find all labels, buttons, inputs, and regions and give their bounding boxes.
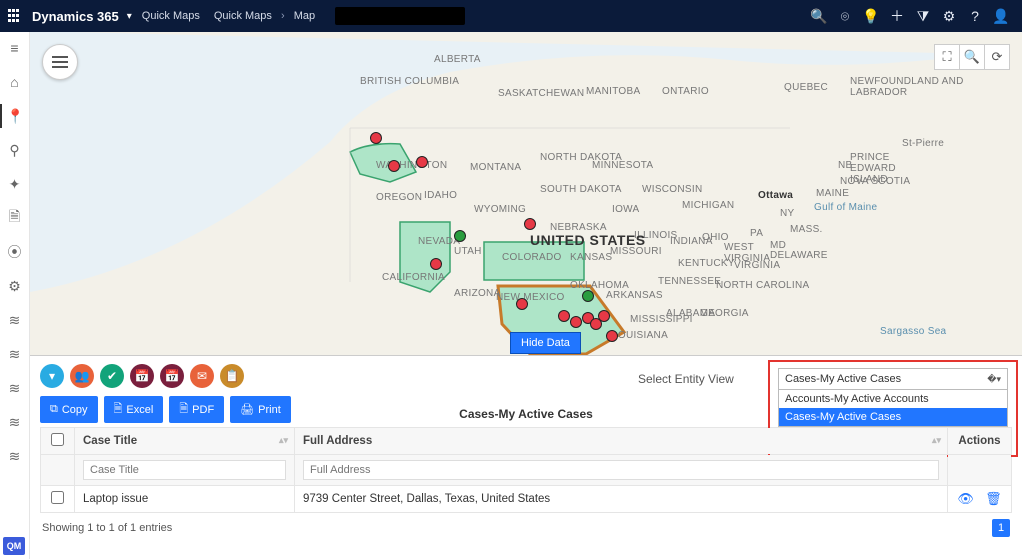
chevron-down-icon[interactable]: ▾ (127, 11, 132, 22)
rail-layers3-icon[interactable]: ≋ (0, 376, 30, 400)
entity-view-option[interactable]: Accounts-My Active Accounts (779, 390, 1007, 408)
map-fullscreen-button[interactable]: ⛶ (934, 44, 960, 70)
breadcrumb-1[interactable]: Quick Maps (142, 10, 200, 22)
left-rail: ≡ ⌂ 📍 ⚲ ✦ 🗎 ⦿ ⚙ ≋ ≋ ≋ ≋ ≋ QM (0, 32, 30, 559)
entity-view-select[interactable]: Cases-My Active Cases �▾ (778, 368, 1008, 390)
top-bar: Dynamics 365 ▾ Quick Maps Quick Maps › M… (0, 0, 1022, 32)
page-number[interactable]: 1 (992, 519, 1010, 537)
chip-mail-icon[interactable]: ✉ (190, 364, 214, 388)
col-full-address[interactable]: Full Address▴▾ (295, 428, 948, 455)
row-checkbox[interactable] (51, 491, 64, 504)
breadcrumb-2a[interactable]: Quick Maps (214, 10, 272, 22)
entity-view-label: Select Entity View (638, 372, 734, 386)
filter-case-title[interactable] (83, 460, 286, 480)
map-pin[interactable] (430, 258, 442, 270)
map-pin[interactable] (558, 310, 570, 322)
col-case-title[interactable]: Case Title▴▾ (75, 428, 295, 455)
rail-person-icon[interactable]: ✦ (0, 172, 30, 196)
map-usa-label: UNITED STATES (530, 232, 646, 248)
cell-case-title: Laptop issue (75, 486, 295, 513)
cell-full-address: 9739 Center Street, Dallas, Texas, Unite… (295, 486, 948, 513)
print-label: Print (258, 404, 281, 416)
data-grid: Case Title▴▾ Full Address▴▾ Actions L (40, 427, 1012, 513)
grid-footer: Showing 1 to 1 of 1 entries 1 (40, 513, 1012, 537)
map-pin[interactable] (582, 290, 594, 302)
rail-qm-badge[interactable]: QM (3, 537, 25, 555)
rail-layers4-icon[interactable]: ≋ (0, 410, 30, 434)
copy-button[interactable]: ⧉ Copy (40, 396, 98, 423)
help-icon[interactable]: ? (962, 8, 988, 24)
breadcrumb-2b[interactable]: Map (294, 10, 315, 22)
filter-icon[interactable]: ⧩ (910, 8, 936, 25)
plus-icon[interactable]: ＋ (884, 6, 910, 26)
entries-info: Showing 1 to 1 of 1 entries (42, 522, 172, 534)
map-refresh-button[interactable]: ⟳ (984, 44, 1010, 70)
map-pin[interactable] (598, 310, 610, 322)
entity-view-selected: Cases-My Active Cases (785, 373, 901, 385)
map-pin[interactable] (606, 330, 618, 342)
rail-menu-icon[interactable]: ≡ (0, 36, 30, 60)
rail-pin-icon[interactable]: 📍 (0, 104, 30, 128)
table-row[interactable]: Laptop issue 9739 Center Street, Dallas,… (41, 486, 1012, 513)
user-icon[interactable]: 👤 (988, 8, 1014, 25)
print-icon: 🖨 (240, 403, 254, 416)
chip-filter-icon[interactable]: ▾ (40, 364, 64, 388)
map-controls: ⛶ 🔍 ⟳ (935, 44, 1010, 70)
chip-users-icon[interactable]: 👥 (70, 364, 94, 388)
gear-icon[interactable]: ⚙ (936, 8, 962, 25)
filter-full-address[interactable] (303, 460, 939, 480)
map-pin[interactable] (388, 160, 400, 172)
rail-layers2-icon[interactable]: ≋ (0, 342, 30, 366)
map-pin[interactable] (370, 132, 382, 144)
excel-icon: 🗎 (114, 400, 123, 419)
map-pin[interactable] (416, 156, 428, 168)
map-pin[interactable] (524, 218, 536, 230)
map-search-button[interactable]: 🔍 (959, 44, 985, 70)
rail-layers-icon[interactable]: ≋ (0, 308, 30, 332)
col-checkbox (41, 428, 75, 455)
rail-gear-icon[interactable]: ⚙ (0, 274, 30, 298)
rail-home-icon[interactable]: ⌂ (0, 70, 30, 94)
view-icon[interactable]: 👁 (957, 491, 974, 506)
chip-check-icon[interactable]: ✔ (100, 364, 124, 388)
rail-layers5-icon[interactable]: ≋ (0, 444, 30, 468)
chip-calendar2-icon[interactable]: 📅 (160, 364, 184, 388)
entity-view-option[interactable]: Cases-My Active Cases (779, 408, 1007, 426)
hide-data-button[interactable]: Hide Data (510, 332, 581, 354)
chevron-down-icon: �▾ (987, 374, 1001, 385)
task-icon[interactable]: ⌾ (832, 8, 858, 25)
excel-label: Excel (126, 404, 153, 416)
select-all-checkbox[interactable] (51, 433, 64, 446)
print-button[interactable]: 🖨 Print (230, 396, 291, 423)
pdf-icon: 🗎 (179, 400, 188, 419)
delete-icon[interactable]: 🗑 (985, 491, 1002, 506)
col-actions: Actions (948, 428, 1012, 455)
app-launcher-icon[interactable] (8, 9, 22, 23)
chip-clipboard-icon[interactable]: 📋 (220, 364, 244, 388)
rail-mappin-icon[interactable]: ⚲ (0, 138, 30, 162)
rail-doc-icon[interactable]: 🗎 (0, 206, 30, 230)
redacted-box (335, 7, 465, 25)
breadcrumb-2: Quick Maps › Map (214, 10, 315, 22)
bulb-icon[interactable]: 💡 (858, 8, 884, 25)
chip-calendar-icon[interactable]: 📅 (130, 364, 154, 388)
rail-route-icon[interactable]: ⦿ (0, 240, 30, 264)
search-icon[interactable]: 🔍 (806, 8, 832, 25)
map-menu-button[interactable] (42, 44, 78, 80)
pdf-label: PDF (192, 404, 214, 416)
data-panel: ▾ 👥 ✔ 📅 📅 ✉ 📋 Select Entity View Cases-M… (30, 356, 1022, 559)
copy-icon: ⧉ (50, 403, 58, 416)
map-pin[interactable] (570, 316, 582, 328)
entity-view-dropdown: Accounts-My Active Accounts Cases-My Act… (778, 390, 1008, 427)
brand-title[interactable]: Dynamics 365 (32, 9, 119, 24)
map-canvas[interactable]: BRITISH COLUMBIA ALBERTA SASKATCHEWAN MA… (30, 32, 1022, 356)
map-pin[interactable] (454, 230, 466, 242)
map-pin[interactable] (516, 298, 528, 310)
copy-label: Copy (62, 404, 88, 416)
pdf-button[interactable]: 🗎 PDF (169, 396, 224, 423)
excel-button[interactable]: 🗎Excel (104, 396, 164, 423)
